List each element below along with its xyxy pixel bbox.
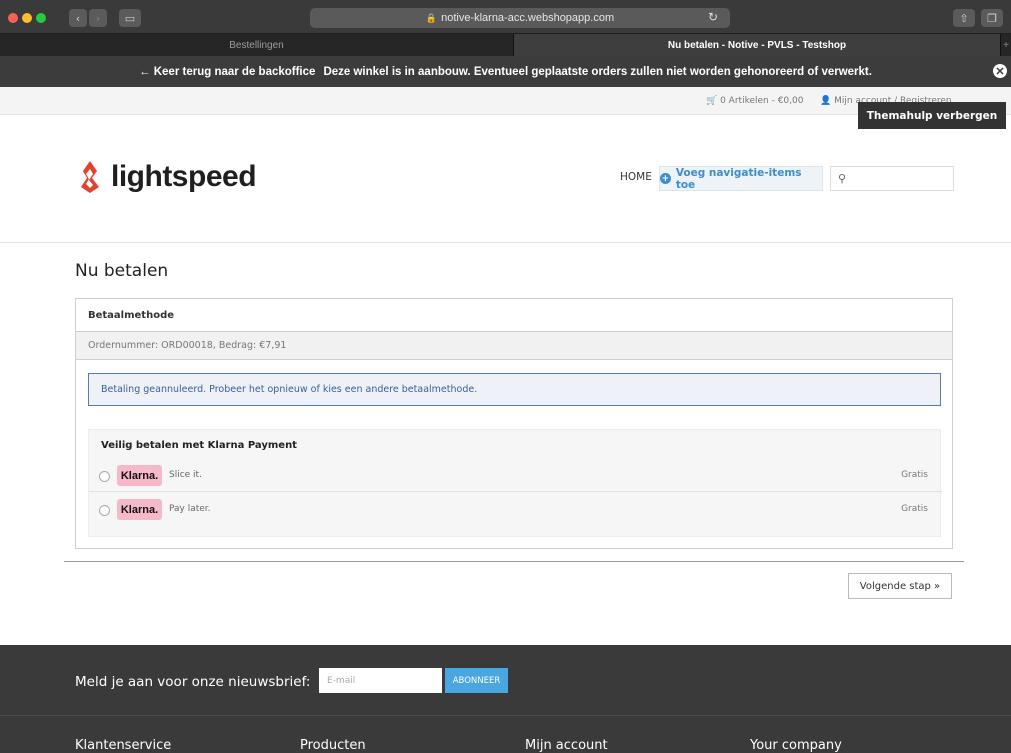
radio-button[interactable] xyxy=(99,505,110,516)
store-logo[interactable]: lightspeed xyxy=(77,160,257,194)
payment-option-label: Slice it. xyxy=(169,470,202,480)
footer-column-my-account: Mijn account xyxy=(525,738,608,753)
footer-divider xyxy=(0,715,1011,716)
sidebar-icon[interactable]: ▭ xyxy=(119,9,141,27)
zoom-window-button[interactable] xyxy=(36,13,46,23)
forward-arrow-icon[interactable]: › xyxy=(89,9,107,27)
methods-title: Veilig betalen met Klarna Payment xyxy=(101,440,297,451)
payment-option-slice-it[interactable]: Klarna. Slice it. Gratis xyxy=(89,460,942,492)
search-input[interactable]: ⚲ xyxy=(830,166,954,191)
lightspeed-flame-icon xyxy=(81,161,99,193)
cart-icon: 🛒 xyxy=(706,96,718,106)
cart-link[interactable]: 🛒 0 Artikelen - €0,00 xyxy=(706,96,803,106)
klarna-methods-box: Veilig betalen met Klarna Payment Klarna… xyxy=(88,429,942,537)
next-step-button[interactable]: Volgende stap » xyxy=(848,573,952,599)
tab-bestellingen[interactable]: Bestellingen xyxy=(0,34,514,56)
section-divider xyxy=(64,561,964,562)
lock-icon: 🔒 xyxy=(425,12,438,23)
address-bar[interactable]: 🔒 notive-klarna-acc.webshopapp.com ↻ xyxy=(310,8,730,28)
payment-method-panel: Betaalmethode Ordernummer: ORD00018, Bed… xyxy=(75,298,953,549)
payment-option-pay-later[interactable]: Klarna. Pay later. Gratis xyxy=(89,494,942,526)
tab-nu-betalen[interactable]: Nu betalen - Notive - PVLS - Testshop xyxy=(514,34,1001,56)
footer-column-products: Producten xyxy=(300,738,366,753)
add-navigation-label: Voeg navigatie-items toe xyxy=(675,166,802,191)
store-construction-notice: ← Keer terug naar de backoffice Deze win… xyxy=(0,56,1011,87)
new-tab-icon[interactable]: + xyxy=(1001,34,1011,56)
subscribe-button[interactable]: ABONNEER xyxy=(445,668,508,693)
radio-button[interactable] xyxy=(99,471,110,482)
order-info: Ordernummer: ORD00018, Bedrag: €7,91 xyxy=(76,332,952,360)
minimize-window-button[interactable] xyxy=(22,13,32,23)
klarna-logo: Klarna. xyxy=(117,499,162,520)
search-icon: ⚲ xyxy=(838,172,847,185)
newsletter-label: Meld je aan voor onze nieuwsbrief: xyxy=(75,674,311,690)
payment-cancelled-alert: Betaling geannuleerd. Probeer het opnieu… xyxy=(88,373,941,406)
url-text: notive-klarna-acc.webshopapp.com xyxy=(441,12,615,24)
close-icon[interactable]: ✕ xyxy=(993,64,1007,78)
nav-home-link[interactable]: HOME xyxy=(620,171,652,183)
browser-tabs: Bestellingen Nu betalen - Notive - PVLS … xyxy=(0,34,1011,56)
share-icon[interactable]: ⇧ xyxy=(953,9,975,27)
footer-column-customer-service: Klantenservice xyxy=(75,738,172,753)
page-title: Nu betalen xyxy=(75,261,169,281)
theme-help-toggle-button[interactable]: Themahulp verbergen xyxy=(858,102,1006,129)
plus-circle-icon: + xyxy=(660,173,671,184)
tabs-overview-icon[interactable]: ❐ xyxy=(981,9,1003,27)
notice-message: Deze winkel is in aanbouw. Eventueel gep… xyxy=(323,65,872,78)
newsletter-email-input[interactable]: E-mail xyxy=(319,668,442,693)
logo-wordmark: lightspeed xyxy=(111,160,257,193)
payment-option-price: Gratis xyxy=(901,470,928,480)
payment-option-price: Gratis xyxy=(901,504,928,514)
add-navigation-items-button[interactable]: + Voeg navigatie-items toe xyxy=(659,166,823,191)
browser-toolbar: ‹ › ▭ 🔒 notive-klarna-acc.webshopapp.com… xyxy=(0,0,1011,34)
cart-summary: 0 Artikelen - €0,00 xyxy=(720,96,804,106)
panel-heading: Betaalmethode xyxy=(76,299,952,332)
payment-option-label: Pay later. xyxy=(169,504,211,514)
back-to-backoffice-link[interactable]: ← Keer terug naar de backoffice xyxy=(139,66,315,78)
tab-label: Nu betalen - Notive - PVLS - Testshop xyxy=(667,39,847,51)
user-icon: 👤 xyxy=(820,96,832,106)
footer-column-company: Your company xyxy=(750,738,842,753)
site-footer: Meld je aan voor onze nieuwsbrief: E-mai… xyxy=(0,645,1011,753)
klarna-logo: Klarna. xyxy=(117,465,162,486)
back-arrow-icon[interactable]: ‹ xyxy=(69,9,87,27)
reload-icon[interactable]: ↻ xyxy=(708,10,718,24)
close-window-button[interactable] xyxy=(8,13,18,23)
tab-label: Bestellingen xyxy=(229,39,284,51)
